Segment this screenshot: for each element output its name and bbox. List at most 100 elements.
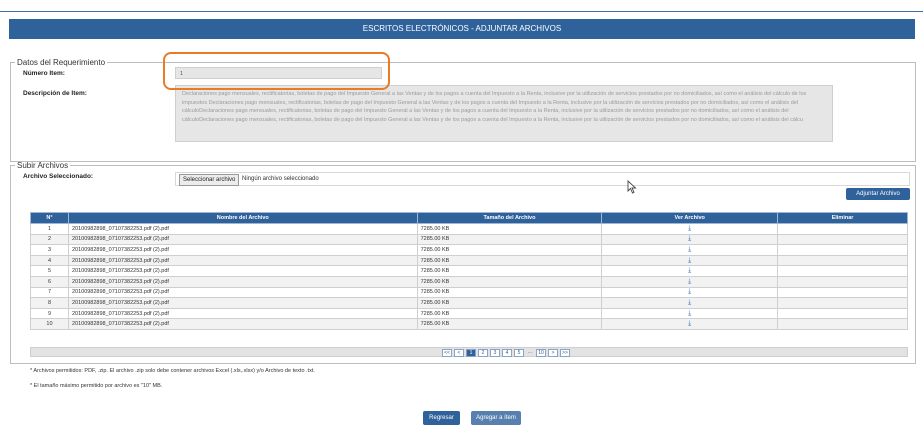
numero-item-label: Número Item:: [23, 70, 65, 77]
table-row: 7 20100982898_07107382253.pdf (2).pdf 7285…: [30, 286, 908, 299]
table-row: 10 20100982898_07107382253.pdf (2).pdf 728…: [30, 318, 908, 330]
view-file-cell: ⤓: [601, 254, 779, 267]
delete-cell: [777, 233, 908, 246]
row-file-name: 20100982898_07107382253.pdf (2).pdf: [67, 265, 418, 277]
row-file-size: 7285.00 KB: [416, 307, 603, 320]
row-number: 10: [30, 318, 69, 330]
first-page-button[interactable]: <<: [442, 349, 452, 357]
table-row: 4 20100982898_07107382253.pdf (2).pdf 7285…: [30, 254, 908, 267]
row-file-name: 20100982898_07107382253.pdf (2).pdf: [67, 254, 418, 267]
download-icon[interactable]: ⤓: [688, 257, 691, 264]
row-file-size: 7285.00 KB: [416, 318, 603, 330]
row-number: 8: [30, 297, 69, 309]
row-number: 1: [30, 223, 69, 235]
row-number: 2: [30, 233, 69, 246]
delete-cell: [777, 275, 908, 288]
files-table: N° Nombre del Archivo Tamaño del Archivo…: [30, 212, 908, 330]
col-header-number: N°: [30, 212, 69, 224]
attach-file-button[interactable]: Adjuntar Archivo: [846, 188, 910, 200]
view-file-cell: ⤓: [601, 265, 779, 277]
select-file-button[interactable]: Seleccionar archivo: [179, 174, 240, 186]
view-file-cell: ⤓: [601, 233, 779, 246]
no-file-text: Ningún archivo seleccionado: [242, 176, 319, 182]
subir-archivos-legend: Subir Archivos: [17, 161, 69, 170]
last-page-button[interactable]: >>: [560, 349, 570, 357]
table-row: 1 20100982898_07107382253.pdf (2).pdf 7285…: [30, 223, 908, 235]
row-number: 4: [30, 254, 69, 267]
download-icon[interactable]: ⤓: [688, 246, 691, 253]
col-header-name: Nombre del Archivo: [67, 212, 418, 224]
mouse-cursor-icon: [627, 180, 637, 194]
delete-cell: [777, 254, 908, 267]
table-row: 6 20100982898_07107382253.pdf (2).pdf 7285…: [30, 275, 908, 288]
row-number: 9: [30, 307, 69, 320]
view-file-cell: ⤓: [601, 307, 779, 320]
page-button-10[interactable]: 10: [536, 349, 546, 357]
delete-cell: [777, 297, 908, 309]
row-file-name: 20100982898_07107382253.pdf (2).pdf: [67, 244, 418, 256]
row-file-name: 20100982898_07107382253.pdf (2).pdf: [67, 275, 418, 288]
row-number: 7: [30, 286, 69, 299]
row-number: 5: [30, 265, 69, 277]
page-button-5[interactable]: 5: [514, 349, 524, 357]
row-file-size: 7285.00 KB: [416, 286, 603, 299]
table-header-row: N° Nombre del Archivo Tamaño del Archivo…: [30, 212, 908, 224]
top-divider: [0, 11, 923, 12]
page-button-3[interactable]: 3: [490, 349, 500, 357]
file-input[interactable]: Seleccionar archivo Ningún archivo selec…: [175, 172, 910, 186]
row-file-size: 7285.00 KB: [416, 265, 603, 277]
row-file-name: 20100982898_07107382253.pdf (2).pdf: [67, 297, 418, 309]
view-file-cell: ⤓: [601, 286, 779, 299]
delete-cell: [777, 265, 908, 277]
download-icon[interactable]: ⤓: [688, 288, 691, 295]
view-file-cell: ⤓: [601, 244, 779, 256]
col-header-view: Ver Archivo: [601, 212, 779, 224]
row-number: 6: [30, 275, 69, 288]
back-button[interactable]: Regresar: [423, 411, 460, 425]
page-button-2[interactable]: 2: [478, 349, 488, 357]
delete-cell: [777, 244, 908, 256]
page-title: ESCRITOS ELECTRÓNICOS - ADJUNTAR ARCHIVO…: [9, 19, 915, 39]
download-icon[interactable]: ⤓: [688, 278, 691, 285]
row-file-name: 20100982898_07107382253.pdf (2).pdf: [67, 286, 418, 299]
page-button-4[interactable]: 4: [502, 349, 512, 357]
allowed-formats-note: * Archivos permitidos: PDF, .zip. El arc…: [30, 368, 315, 374]
pagination-ellipsis: ...: [527, 349, 533, 355]
next-page-button[interactable]: >: [548, 349, 558, 357]
row-file-name: 20100982898_07107382253.pdf (2).pdf: [67, 233, 418, 246]
archivo-seleccionado-label: Archivo Seleccionado:: [23, 173, 94, 180]
row-file-size: 7285.00 KB: [416, 223, 603, 235]
table-row: 2 20100982898_07107382253.pdf (2).pdf 7285…: [30, 233, 908, 246]
row-file-size: 7285.00 KB: [416, 297, 603, 309]
requerimiento-legend: Datos del Requerimiento: [17, 58, 106, 67]
add-to-item-button[interactable]: Agregar a ítem: [471, 411, 521, 425]
download-icon[interactable]: ⤓: [688, 225, 691, 232]
max-size-note: * El tamaño máximo permitido por archivo…: [30, 383, 163, 389]
delete-cell: [777, 307, 908, 320]
delete-cell: [777, 286, 908, 299]
view-file-cell: ⤓: [601, 223, 779, 235]
table-row: 8 20100982898_07107382253.pdf (2).pdf 7285…: [30, 297, 908, 309]
download-icon[interactable]: ⤓: [688, 299, 691, 306]
row-file-size: 7285.00 KB: [416, 244, 603, 256]
table-row: 5 20100982898_07107382253.pdf (2).pdf 7285…: [30, 265, 908, 277]
highlight-annotation: [163, 52, 390, 90]
prev-page-button[interactable]: <: [454, 349, 464, 357]
row-file-size: 7285.00 KB: [416, 233, 603, 246]
table-row: 9 20100982898_07107382253.pdf (2).pdf 7285…: [30, 307, 908, 320]
delete-cell: [777, 318, 908, 330]
row-file-size: 7285.00 KB: [416, 275, 603, 288]
row-file-name: 20100982898_07107382253.pdf (2).pdf: [67, 318, 418, 330]
table-row: 3 20100982898_07107382253.pdf (2).pdf 7285…: [30, 244, 908, 256]
pagination-bar: << < 1 2 3 4 5 ... 10 > >>: [30, 347, 908, 357]
download-icon[interactable]: ⤓: [688, 320, 691, 327]
view-file-cell: ⤓: [601, 275, 779, 288]
col-header-delete: Eliminar: [777, 212, 908, 224]
download-icon[interactable]: ⤓: [688, 267, 691, 274]
download-icon[interactable]: ⤓: [688, 235, 691, 242]
download-icon[interactable]: ⤓: [688, 310, 691, 317]
descripcion-item-field[interactable]: Declaraciones pago mensuales, rectificat…: [175, 85, 833, 142]
col-header-size: Tamaño del Archivo: [416, 212, 603, 224]
page-button-1[interactable]: 1: [466, 349, 476, 357]
row-number: 3: [30, 244, 69, 256]
